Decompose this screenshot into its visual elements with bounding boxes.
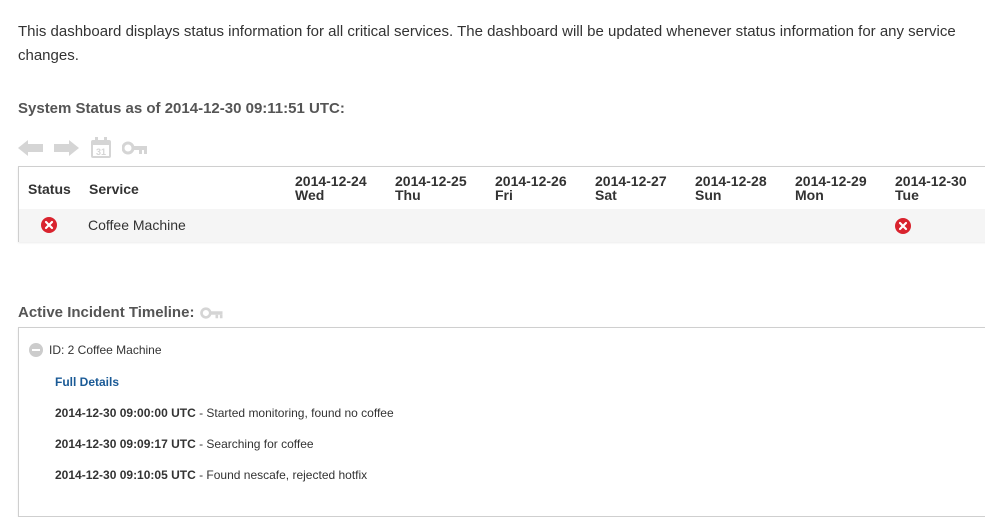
system-status-title: System Status as of 2014-12-30 09:11:51 … — [18, 100, 345, 117]
svg-text:31: 31 — [96, 147, 106, 157]
incident-header[interactable]: ID: 2 Coffee Machine — [29, 343, 162, 357]
update-time: 2014-12-30 09:00:00 UTC — [55, 406, 196, 420]
status-column-header: Status — [28, 181, 71, 197]
error-status-icon[interactable] — [895, 218, 911, 234]
day-label: Tue — [895, 187, 919, 203]
incident-title: ID: 2 Coffee Machine — [49, 343, 162, 357]
date-column-header: 2014-12-29 Mon — [795, 174, 867, 202]
status-toolbar: 31 — [18, 137, 148, 159]
update-text: - Searching for coffee — [195, 437, 314, 451]
day-label: Thu — [395, 187, 421, 203]
date-label: 2014-12-30 — [895, 173, 967, 189]
date-column-header: 2014-12-27 Sat — [595, 174, 667, 202]
day-label: Sun — [695, 187, 722, 203]
date-label: 2014-12-24 — [295, 173, 367, 189]
day-label: Fri — [495, 187, 513, 203]
incident-timeline-panel: ID: 2 Coffee Machine Full Details 2014-1… — [18, 327, 985, 517]
service-name: Coffee Machine — [88, 217, 186, 233]
day-label: Mon — [795, 187, 824, 203]
date-column-header: 2014-12-26 Fri — [495, 174, 567, 202]
service-row[interactable]: Coffee Machine — [19, 209, 985, 242]
day-label: Sat — [595, 187, 617, 203]
forward-arrow-icon[interactable] — [54, 139, 80, 157]
update-text: - Started monitoring, found no coffee — [195, 406, 394, 420]
date-label: 2014-12-29 — [795, 173, 867, 189]
day-label: Wed — [295, 187, 325, 203]
error-status-icon[interactable] — [41, 217, 57, 233]
date-label: 2014-12-27 — [595, 173, 667, 189]
key-icon[interactable] — [122, 140, 148, 156]
incident-update: 2014-12-30 09:09:17 UTC - Searching for … — [55, 437, 314, 451]
back-arrow-icon[interactable] — [18, 139, 44, 157]
date-column-header: 2014-12-25 Thu — [395, 174, 467, 202]
incident-timeline-label: Active Incident Timeline: — [18, 304, 195, 321]
calendar-icon[interactable]: 31 — [90, 137, 112, 159]
key-icon[interactable] — [200, 306, 224, 320]
date-label: 2014-12-25 — [395, 173, 467, 189]
incident-update: 2014-12-30 09:00:00 UTC - Started monito… — [55, 406, 394, 420]
dashboard-description: This dashboard displays status informati… — [18, 23, 956, 64]
full-details-link[interactable]: Full Details — [55, 375, 119, 389]
date-column-header: 2014-12-28 Sun — [695, 174, 767, 202]
update-time: 2014-12-30 09:10:05 UTC — [55, 468, 196, 482]
incident-update: 2014-12-30 09:10:05 UTC - Found nescafe,… — [55, 468, 367, 482]
service-column-header: Service — [89, 181, 139, 197]
date-column-header: 2014-12-30 Tue — [895, 174, 967, 202]
date-column-header: 2014-12-24 Wed — [295, 174, 367, 202]
update-text: - Found nescafe, rejected hotfix — [195, 468, 368, 482]
update-time: 2014-12-30 09:09:17 UTC — [55, 437, 196, 451]
date-label: 2014-12-28 — [695, 173, 767, 189]
date-label: 2014-12-26 — [495, 173, 567, 189]
collapse-icon[interactable] — [29, 343, 43, 357]
status-table: Status Service 2014-12-24 Wed 2014-12-25… — [18, 166, 985, 242]
incident-timeline-title: Active Incident Timeline: — [18, 304, 224, 321]
